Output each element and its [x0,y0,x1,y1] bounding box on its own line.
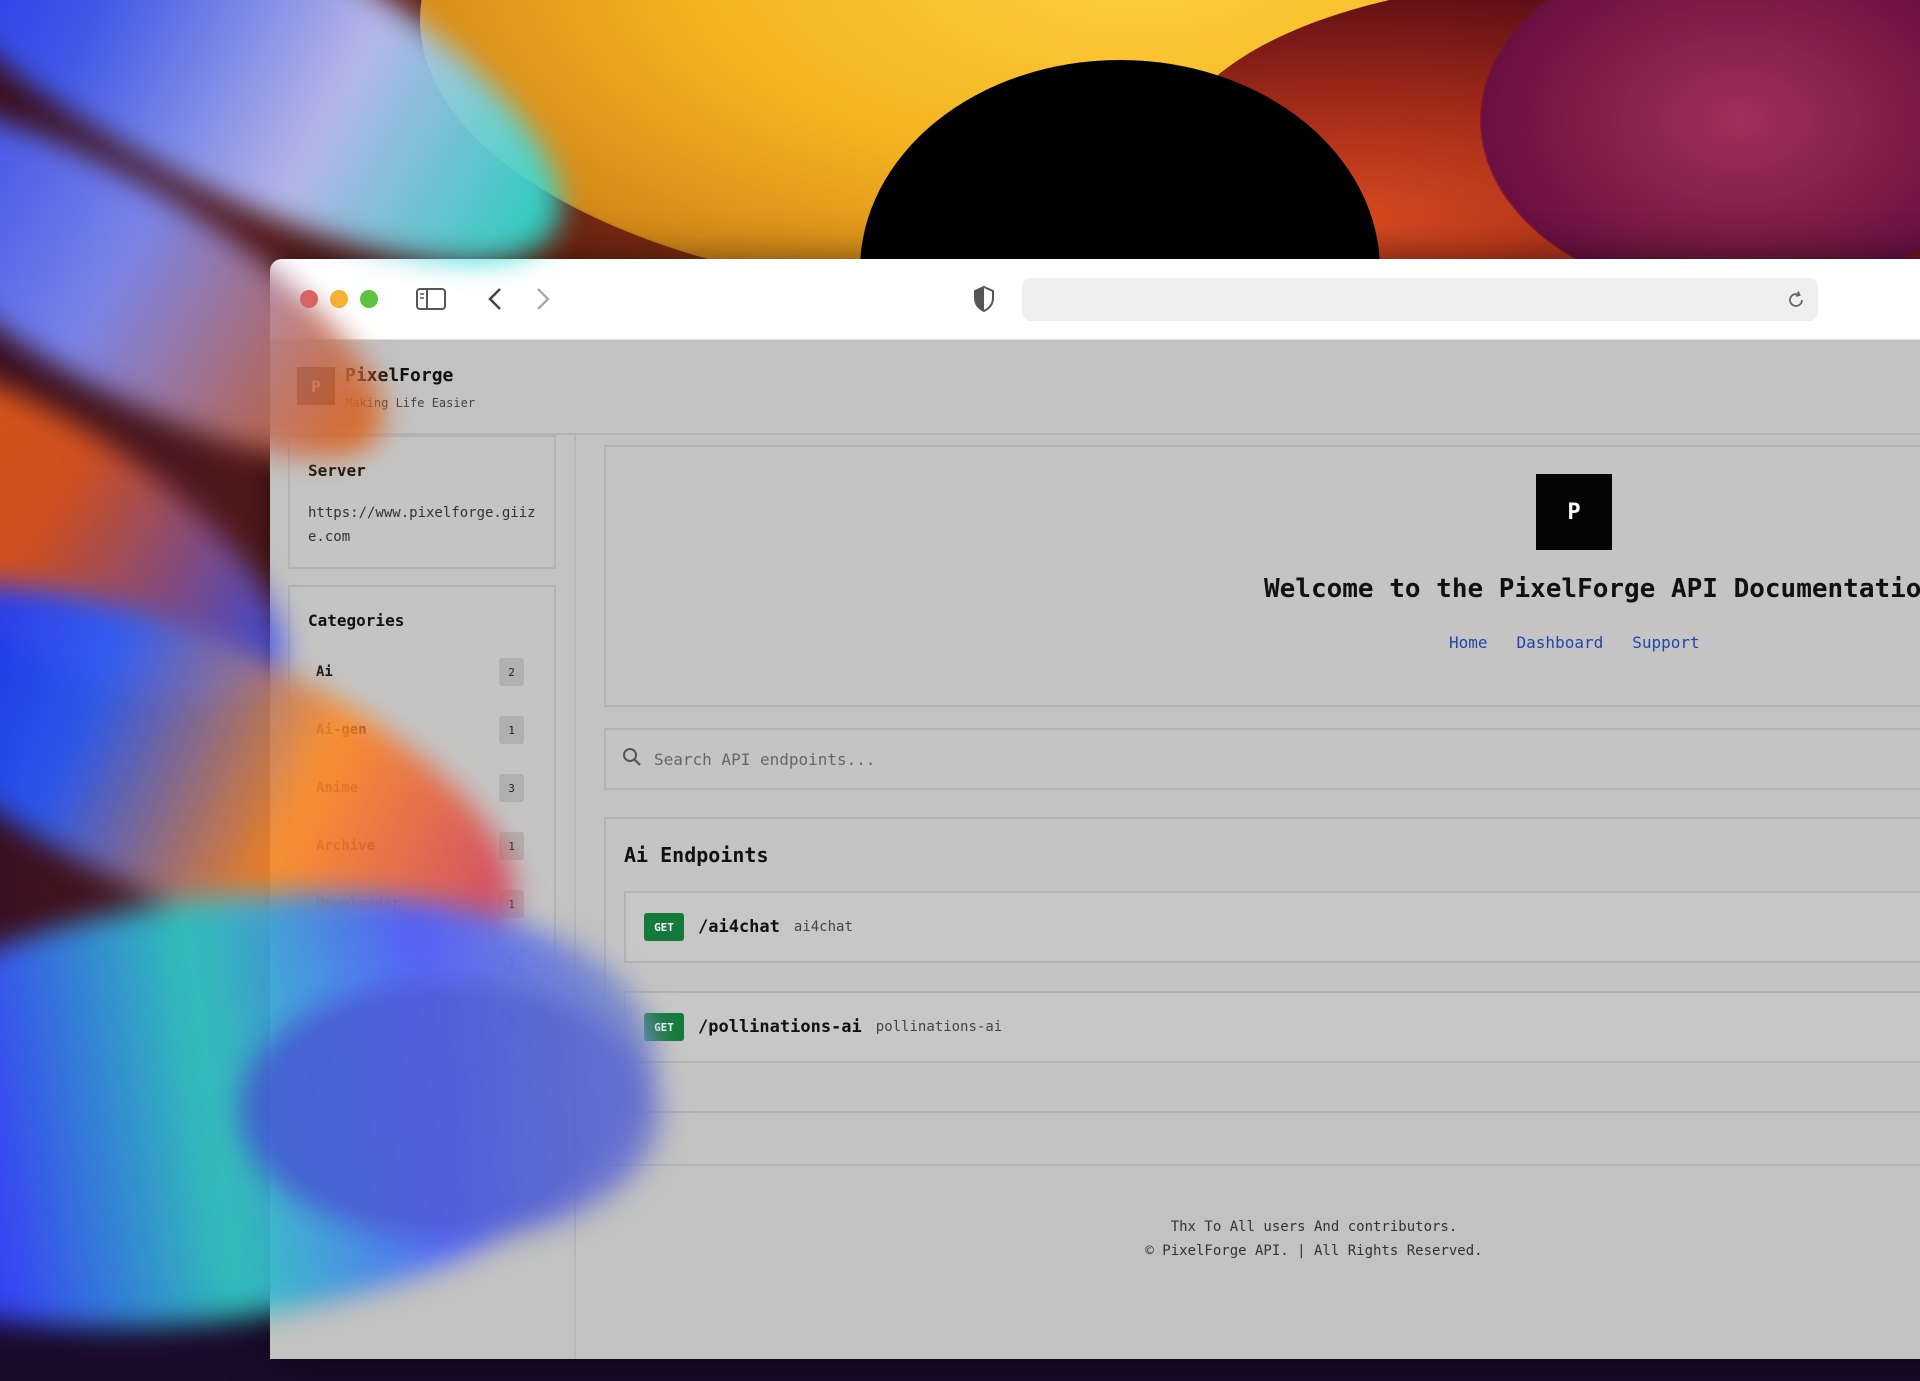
categories-title: Categories [308,611,405,630]
category-item-ai[interactable]: Ai 2 [316,657,524,687]
back-arrow-icon[interactable] [484,285,506,313]
browser-window: P PixelForge Making Life Easier Server h… [270,259,1920,1359]
endpoint-row-ai4chat[interactable]: GET /ai4chat ai4chat [624,891,1920,963]
hero-title: Welcome to the PixelForge API Documentat… [1264,574,1920,604]
category-label: Ai-gen [316,722,367,738]
web-page: P PixelForge Making Life Easier Server h… [270,340,1920,1359]
footer-divider [574,1164,1920,1166]
hero-logo: P [1536,474,1612,550]
endpoint-row-pollinations-ai[interactable]: GET /pollinations-ai pollinations-ai [624,991,1920,1063]
category-item-anime[interactable]: Anime 3 [316,773,524,803]
main-content: P Welcome to the PixelForge API Document… [574,435,1920,1359]
category-count-badge: 1 [499,716,524,744]
category-label: Anime [316,780,359,796]
search-input[interactable] [652,744,1920,774]
category-label: Ai [316,664,333,680]
footer: Thx To All users And contributors. © Pix… [574,1215,1920,1263]
endpoint-path: /pollinations-ai [698,1017,862,1037]
category-count-badge: 2 [499,658,524,686]
site-header: P PixelForge Making Life Easier [270,340,1920,435]
site-logo[interactable]: P [297,367,335,405]
maximize-window-button[interactable] [360,290,378,308]
search-box [604,728,1920,790]
hero-card: P Welcome to the PixelForge API Document… [604,445,1920,707]
hero-nav: Home Dashboard Support [1449,633,1700,652]
site-tagline: Making Life Easier [345,396,476,410]
category-count-badge: 1 [499,948,524,976]
support-link[interactable]: Support [1632,633,1699,652]
dashboard-link[interactable]: Dashboard [1517,633,1604,652]
endpoint-description: pollinations-ai [875,1019,1003,1035]
method-badge: GET [644,1013,684,1041]
endpoint-path: /ai4chat [698,917,780,937]
site-name: PixelForge [345,365,454,386]
server-title: Server [308,461,366,480]
sidebar-toggle-icon[interactable] [416,285,446,313]
footer-copyright: © PixelForge API. | All Rights Reserved. [1145,1243,1483,1259]
categories-card: Categories Ai 2 Ai-gen 1 Anime 3 Archive… [288,585,556,1069]
search-icon [622,747,642,771]
endpoint-description: ai4chat [793,919,853,935]
home-link[interactable]: Home [1449,633,1488,652]
category-count-badge: 1 [499,1006,524,1034]
category-count-badge: 1 [499,890,524,918]
category-count-badge: 1 [499,832,524,860]
privacy-shield-icon[interactable] [970,285,998,313]
category-count-badge: 3 [499,774,524,802]
category-label: Downloader [316,896,401,912]
section-title: Ai Endpoints [624,843,769,867]
server-card: Server https://www.pixelforge.giize.com [288,435,556,569]
category-item-archive[interactable]: Archive 1 [316,831,524,861]
browser-toolbar [270,259,1920,340]
minimize-window-button[interactable] [330,290,348,308]
category-item-downloader[interactable]: Downloader 1 [316,889,524,919]
reload-icon[interactable] [1784,288,1808,312]
close-window-button[interactable] [300,290,318,308]
category-item[interactable]: 1 [316,947,524,977]
category-label: Archive [316,838,376,854]
category-item-ai-gen[interactable]: Ai-gen 1 [316,715,524,745]
endpoints-section: Ai Endpoints GET /ai4chat ai4chat GET /p… [604,817,1920,1113]
address-bar[interactable] [1022,278,1818,321]
category-item[interactable]: 1 [316,1005,524,1035]
method-badge: GET [644,913,684,941]
forward-arrow-icon[interactable] [532,285,554,313]
server-url: https://www.pixelforge.giize.com [308,505,536,545]
footer-thanks: Thx To All users And contributors. [1170,1219,1458,1235]
sidebar: Server https://www.pixelforge.giize.com … [270,435,576,1359]
